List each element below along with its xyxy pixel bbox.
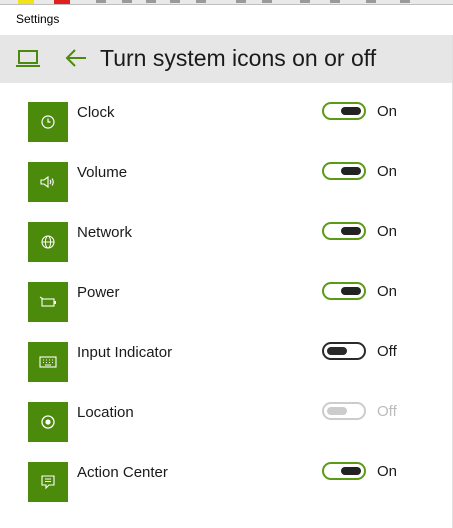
page-header: Turn system icons on or off [0, 35, 453, 83]
list-item-network: Network On [0, 222, 453, 282]
network-toggle[interactable] [322, 222, 366, 240]
list-item-location: Location Off [0, 402, 453, 462]
taskbar-segment [170, 0, 180, 3]
toggle-state: On [377, 163, 398, 180]
taskbar-segment [236, 0, 246, 3]
toggle-state: On [377, 283, 398, 300]
list-item-volume: Volume On [0, 162, 453, 222]
taskbar-segment [366, 0, 376, 3]
power-toggle[interactable] [322, 282, 366, 300]
title-bar[interactable]: Settings [0, 4, 453, 35]
item-label: Location [77, 404, 134, 421]
location-toggle [322, 402, 366, 420]
window-title: Settings [16, 12, 60, 26]
item-label: Clock [77, 104, 115, 121]
item-label: Power [77, 284, 120, 301]
toggle-state: Off [377, 343, 397, 360]
laptop-icon [14, 47, 42, 71]
list-item-power: Power On [0, 282, 453, 342]
location-icon [28, 402, 68, 442]
volume-icon [28, 162, 68, 202]
item-label: Network [77, 224, 133, 241]
taskbar-segment [330, 0, 340, 3]
list-item-action-center: Action Center On [0, 462, 453, 522]
keyboard-icon [28, 342, 68, 382]
toggle-knob [327, 407, 347, 415]
volume-toggle[interactable] [322, 162, 366, 180]
page-title: Turn system icons on or off [100, 45, 377, 71]
battery-power-icon [28, 282, 68, 322]
list-item-input-indicator: Input Indicator Off [0, 342, 453, 402]
toggle-state: Off [377, 403, 397, 420]
toggle-knob [327, 347, 347, 355]
back-arrow-icon[interactable] [62, 46, 90, 70]
taskbar-segment [122, 0, 132, 3]
toggle-state: On [377, 223, 398, 240]
toggle-knob [341, 467, 361, 475]
taskbar-segment [300, 0, 310, 3]
taskbar-segment [196, 0, 206, 3]
action-center-icon [28, 462, 68, 502]
taskbar-segment [146, 0, 156, 3]
input-indicator-toggle[interactable] [322, 342, 366, 360]
toggle-state: On [377, 463, 398, 480]
taskbar-segment [96, 0, 106, 3]
toggle-knob [341, 287, 361, 295]
toggle-knob [341, 167, 361, 175]
item-label: Action Center [77, 464, 168, 481]
taskbar-segment [400, 0, 410, 3]
item-label: Input Indicator [77, 344, 173, 361]
network-globe-icon [28, 222, 68, 262]
taskbar-segment [262, 0, 272, 3]
toggle-knob [341, 227, 361, 235]
action-center-toggle[interactable] [322, 462, 366, 480]
toggle-state: On [377, 103, 398, 120]
toggle-knob [341, 107, 361, 115]
clock-icon [28, 102, 68, 142]
list-item-clock: Clock On [0, 102, 453, 162]
clock-toggle[interactable] [322, 102, 366, 120]
item-label: Volume [77, 164, 128, 181]
settings-window: Settings Turn system icons on or off Clo… [0, 0, 453, 528]
